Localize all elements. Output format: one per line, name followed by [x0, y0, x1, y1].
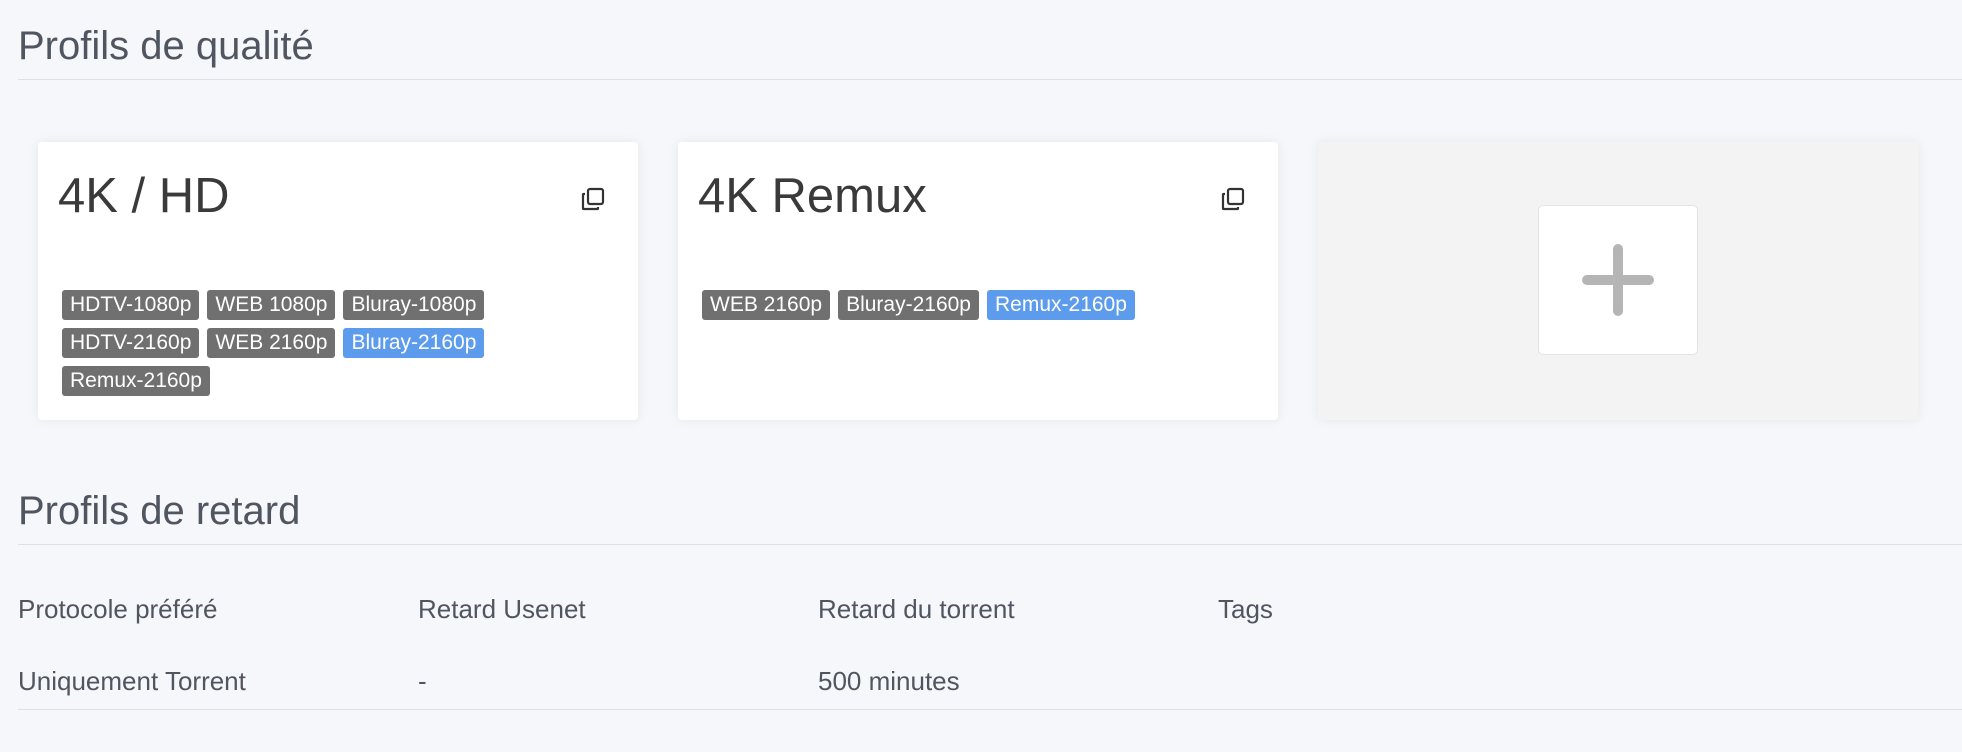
cell-usenet-delay: - — [418, 666, 427, 696]
column-header-torrent-delay: Retard du torrent — [818, 594, 1015, 624]
quality-tag: WEB 2160p — [702, 290, 831, 320]
quality-profiles-title: Profils de qualité — [18, 24, 314, 68]
quality-tags: HDTV-1080p WEB 1080p Bluray-1080p HDTV-2… — [62, 290, 582, 396]
cell-torrent-delay: 500 minutes — [818, 666, 960, 696]
quality-tag: HDTV-1080p — [62, 290, 200, 320]
column-header-tags: Tags — [1218, 594, 1273, 624]
quality-tag-cutoff: Remux-2160p — [987, 290, 1135, 320]
quality-tag-cutoff: Bluray-2160p — [343, 328, 485, 358]
section-divider — [18, 544, 1962, 545]
quality-tags: WEB 2160p Bluray-2160p Remux-2160p — [702, 290, 1222, 320]
quality-profile-name: 4K / HD — [58, 169, 230, 223]
add-quality-profile-card[interactable] — [1318, 142, 1918, 420]
quality-tag: Remux-2160p — [62, 366, 210, 396]
quality-tag: Bluray-2160p — [838, 290, 979, 320]
quality-tag: WEB 1080p — [207, 290, 336, 320]
cell-preferred-protocol: Uniquement Torrent — [18, 666, 246, 696]
quality-profile-name: 4K Remux — [698, 169, 927, 223]
clone-icon — [1221, 187, 1245, 211]
plus-icon — [1582, 244, 1654, 316]
row-divider — [18, 709, 1962, 710]
quality-tag: Bluray-1080p — [343, 290, 485, 320]
section-divider — [18, 79, 1962, 80]
add-quality-profile-button[interactable] — [1538, 205, 1698, 355]
quality-profile-card-4k-remux[interactable]: 4K Remux WEB 2160p Bluray-2160p Remux-21… — [678, 142, 1278, 420]
quality-profile-card-4k-hd[interactable]: 4K / HD HDTV-1080p WEB 1080p Bluray-1080… — [38, 142, 638, 420]
clone-profile-button[interactable] — [578, 184, 608, 214]
quality-tag: WEB 2160p — [207, 328, 336, 358]
quality-tag: HDTV-2160p — [62, 328, 200, 358]
delay-profiles-title: Profils de retard — [18, 489, 301, 533]
column-header-preferred-protocol: Protocole préféré — [18, 594, 218, 624]
clone-profile-button[interactable] — [1218, 184, 1248, 214]
column-header-usenet-delay: Retard Usenet — [418, 594, 586, 624]
clone-icon — [581, 187, 605, 211]
